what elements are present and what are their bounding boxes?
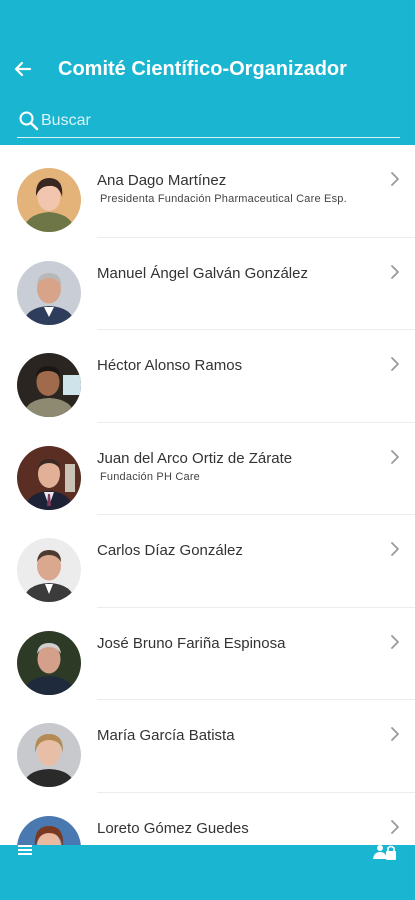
avatar [17,445,81,510]
member-name: Loreto Gómez Guedes [97,819,249,837]
member-name: Carlos Díaz González [97,542,243,559]
list-item[interactable]: Loreto Gómez Guedes [0,793,415,845]
search-icon [19,111,39,131]
member-name: José Bruno Fariña Espinosa [97,634,286,652]
list-item[interactable]: Juan del Arco Ortiz de Zárate Fundación … [0,423,415,516]
chevron-right-icon [391,357,399,371]
avatar [17,168,81,232]
member-name: María García Batista [97,727,235,744]
list-item[interactable]: Héctor Alonso Ramos [0,330,415,423]
list-item[interactable]: Carlos Díaz González [0,515,415,608]
chevron-right-icon [391,264,399,279]
bottom-bar [0,845,415,900]
chevron-right-icon [391,542,399,556]
chevron-right-icon [391,727,399,741]
list-item[interactable]: María García Batista [0,700,415,793]
member-subtitle: Fundación PH Care [100,470,201,483]
search-input[interactable] [41,109,391,133]
chevron-right-icon [391,172,399,186]
chevron-right-icon [391,634,399,649]
arrow-left-icon [14,61,32,77]
avatar [17,538,81,602]
avatar [17,815,81,845]
list-item[interactable]: Ana Dago Martínez Presidenta Fundación P… [0,145,415,238]
member-name: Héctor Alonso Ramos [97,357,243,374]
chevron-right-icon [391,449,399,464]
hamburger-menu-icon[interactable] [18,845,36,857]
member-list: Ana Dago Martínez Presidenta Fundación P… [0,145,415,845]
user-lock-icon[interactable] [372,845,398,861]
member-subtitle: Presidenta Fundación Pharmaceutical Care… [100,193,347,205]
avatar [17,630,81,695]
search-bar[interactable] [17,108,400,138]
chevron-right-icon [391,819,399,834]
avatar [17,353,81,417]
list-item[interactable]: Manuel Ángel Galván González [0,238,415,331]
app-header: Comité Científico-Organizador [0,0,415,145]
avatar [17,260,81,325]
member-name: Manuel Ángel Galván González [97,264,308,282]
list-item[interactable]: José Bruno Fariña Espinosa [0,608,415,701]
member-name: Juan del Arco Ortiz de Zárate [97,449,293,467]
member-name: Ana Dago Martínez [97,172,227,189]
back-button[interactable] [8,54,38,84]
avatar [17,723,81,787]
page-title: Comité Científico-Organizador [58,58,347,80]
